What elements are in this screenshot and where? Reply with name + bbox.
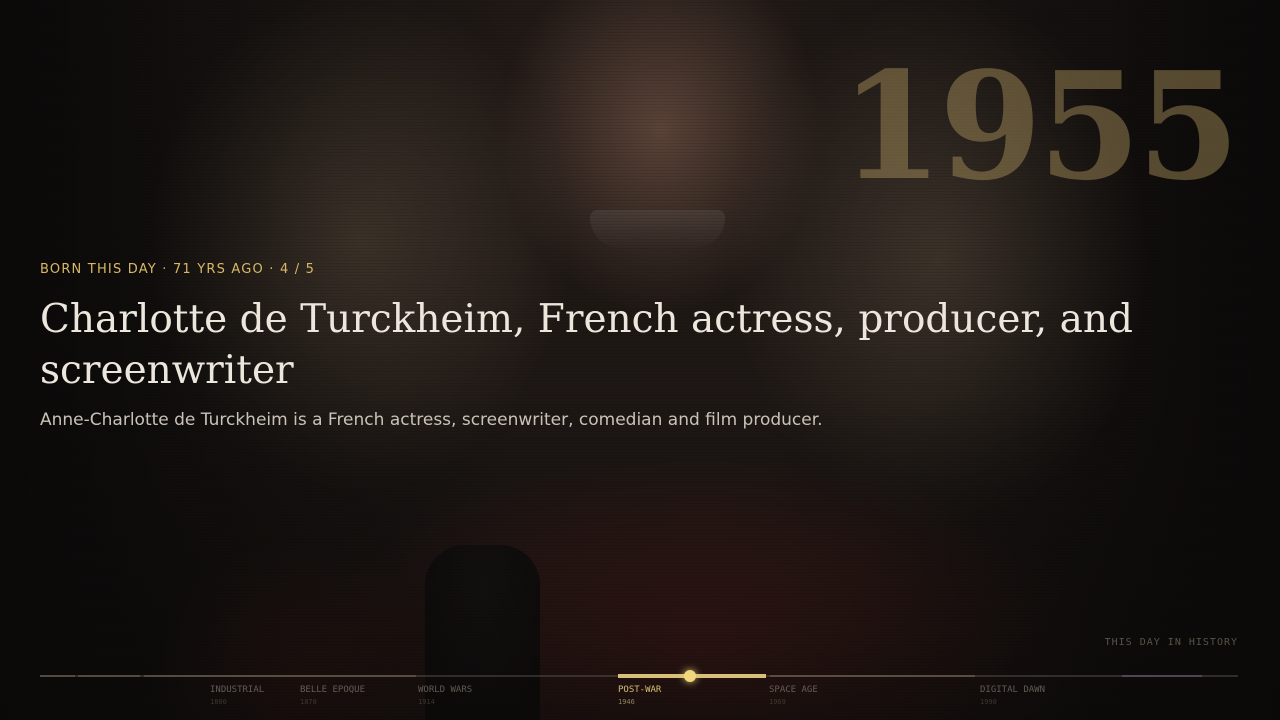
- timeline-segment: [144, 675, 416, 677]
- era-year: 1990: [980, 698, 997, 706]
- timeline-segment: [78, 675, 140, 677]
- era-industrial[interactable]: INDUSTRIAL 1800: [210, 685, 264, 706]
- era-space-age[interactable]: SPACE AGE 1969: [769, 685, 818, 706]
- era-belle-epoque[interactable]: BELLE EPOQUE 1870: [300, 685, 365, 706]
- year-display: 1955: [840, 39, 1240, 213]
- era-label: WORLD WARS: [418, 685, 473, 695]
- era-post-war[interactable]: POST-WAR 1946: [618, 685, 661, 706]
- section-label: THIS DAY IN HISTORY: [1104, 637, 1238, 648]
- timeline-segment: [40, 675, 75, 677]
- timeline-position-marker[interactable]: [684, 670, 696, 682]
- era-timeline[interactable]: INDUSTRIAL 1800 BELLE EPOQUE 1870 WORLD …: [40, 670, 1238, 720]
- history-card: 1955 BORN THIS DAY · 71 YRS AGO · 4 / 5 …: [0, 0, 1280, 720]
- era-year: 1914: [418, 698, 435, 706]
- timeline-segment: [770, 675, 975, 677]
- era-year: 1946: [618, 698, 635, 706]
- era-label: SPACE AGE: [769, 685, 818, 695]
- era-label: INDUSTRIAL: [210, 685, 265, 695]
- era-year: 1969: [769, 698, 786, 706]
- era-digital-dawn[interactable]: DIGITAL DAWN 1990: [980, 685, 1045, 706]
- era-world-wars[interactable]: WORLD WARS 1914: [418, 685, 472, 706]
- event-kicker: BORN THIS DAY · 71 YRS AGO · 4 / 5: [40, 262, 316, 277]
- era-year: 1870: [300, 698, 317, 706]
- era-label: POST-WAR: [618, 685, 662, 695]
- era-year: 1800: [210, 698, 227, 706]
- era-label: DIGITAL DAWN: [980, 685, 1046, 695]
- timeline-segment: [1122, 675, 1202, 677]
- era-label: BELLE EPOQUE: [300, 685, 366, 695]
- event-summary: Anne-Charlotte de Turckheim is a French …: [40, 410, 823, 430]
- event-title: Charlotte de Turckheim, French actress, …: [40, 297, 1133, 393]
